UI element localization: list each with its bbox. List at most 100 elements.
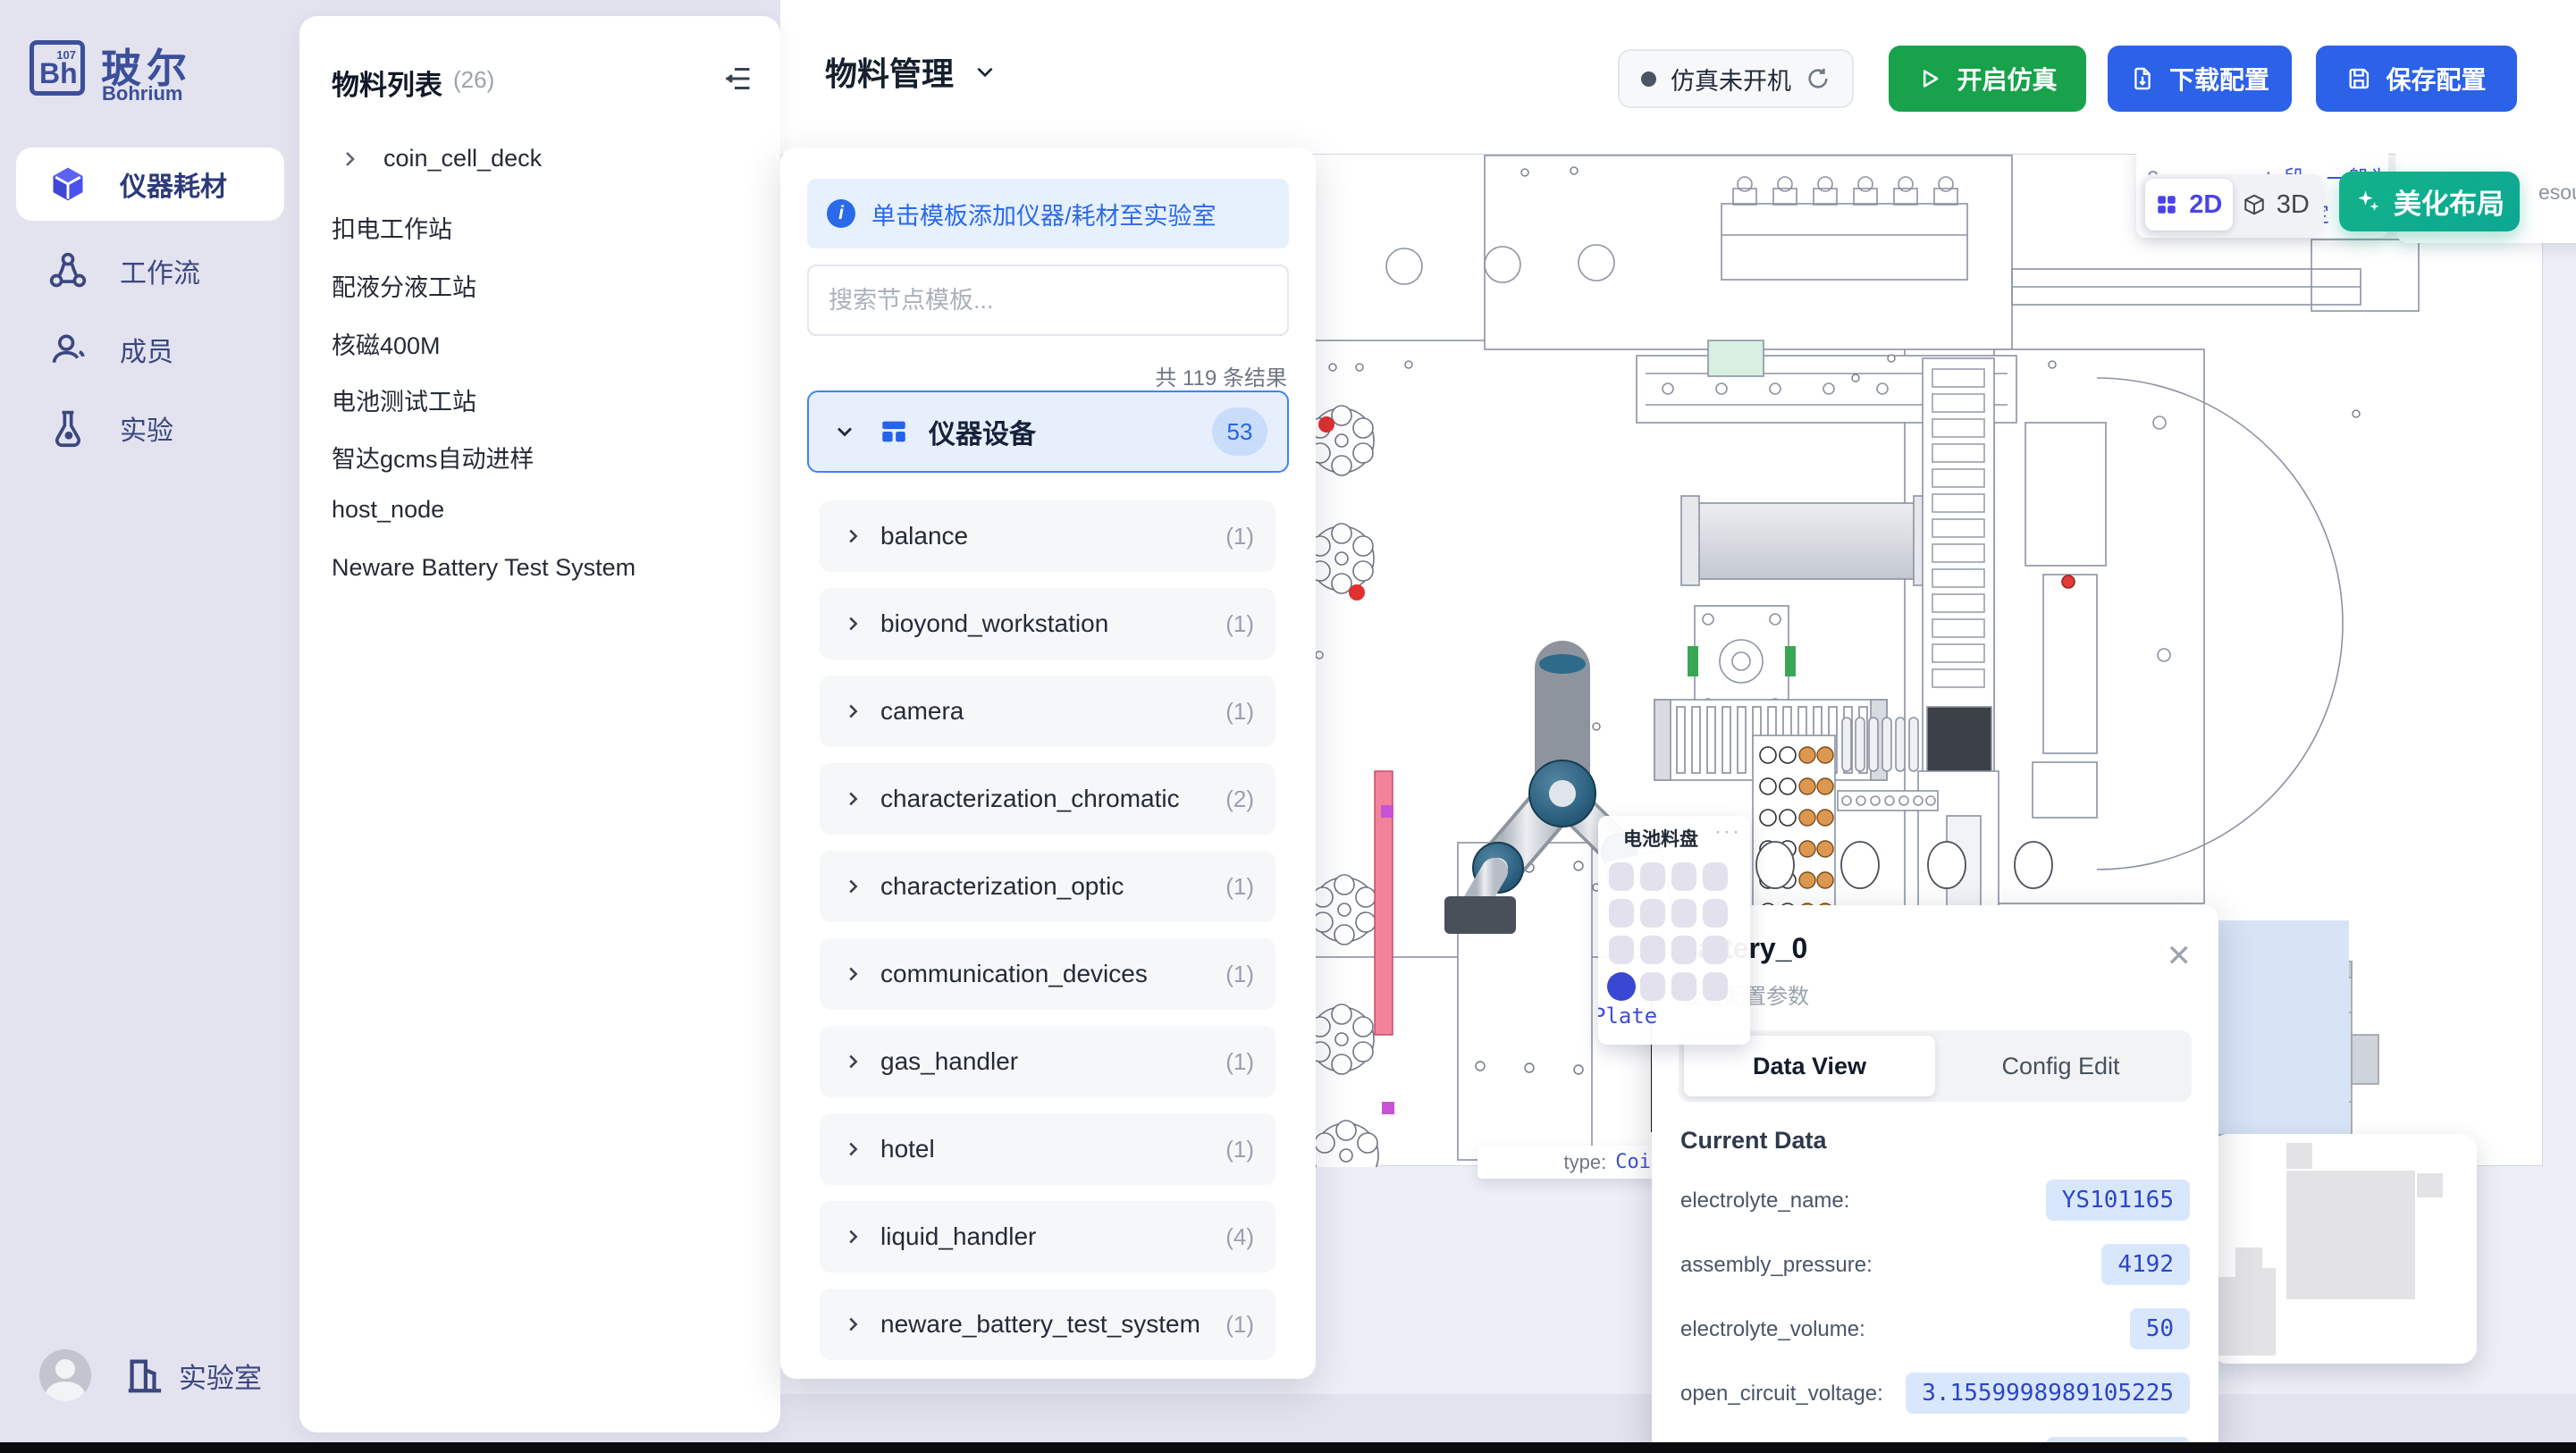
tray-plate-label: Plate: [1598, 1004, 1657, 1029]
tab-data-view[interactable]: Data View: [1684, 1036, 1935, 1096]
sidebar: 107 Bh 玻尔 Bohrium 仪器耗材 工作流 成员: [0, 0, 299, 1453]
data-row: electrolyte_volume: 50: [1680, 1308, 2190, 1353]
material-item[interactable]: 智达gcms自动进样: [332, 440, 535, 475]
sidebar-item-experiments[interactable]: 实验: [16, 391, 284, 465]
sparkles-icon: [2354, 189, 2381, 215]
chevron-right-icon: [339, 148, 360, 170]
material-item[interactable]: 配液分液工站: [332, 268, 476, 303]
lab-switcher[interactable]: 实验室: [123, 1355, 262, 1396]
chevron-right-icon: [843, 614, 863, 634]
popup-tabs: Data View Config Edit: [1679, 1030, 2192, 1102]
info-icon: i: [827, 199, 855, 228]
template-item-balance[interactable]: balance(1): [820, 500, 1275, 572]
template-hint-banner: i 单击模板添加仪器/耗材至实验室: [807, 179, 1289, 248]
tray-title: 电池料盘: [1623, 825, 1698, 852]
template-item-hotel[interactable]: hotel(1): [820, 1113, 1275, 1185]
value-pill: 3.1559998989105225: [1906, 1373, 2190, 1414]
data-row: assembly_pressure: 4192: [1680, 1244, 2190, 1289]
chevron-right-icon: [843, 789, 863, 809]
battery-tray-widget[interactable]: 电池料盘 ··· Plate: [1598, 816, 1750, 1045]
value-pill: 50: [2130, 1308, 2190, 1349]
material-item[interactable]: 核磁400M: [332, 326, 441, 361]
building-icon: [123, 1355, 164, 1396]
node-type-tooltip: type: Coi: [1477, 1146, 1656, 1179]
minimap[interactable]: [2211, 1134, 2477, 1364]
chevron-right-icon: [843, 877, 863, 896]
screen-edge: [0, 1442, 2576, 1453]
material-list-count: (26): [453, 66, 494, 94]
sidebar-item-label: 实验: [120, 408, 173, 448]
more-menu-icon[interactable]: ···: [1714, 819, 1741, 844]
start-simulation-button[interactable]: 开启仿真: [1889, 46, 2086, 112]
chevron-right-icon: [843, 1052, 863, 1071]
popup-section-title: Current Data: [1680, 1127, 1827, 1155]
sidebar-item-workflow[interactable]: 工作流: [16, 234, 284, 307]
save-config-button[interactable]: 保存配置: [2316, 46, 2517, 112]
download-config-button[interactable]: 下载配置: [2108, 46, 2292, 112]
template-item-neware-battery-test-system[interactable]: neware_battery_test_system(1): [820, 1289, 1275, 1360]
cube-icon: [48, 164, 88, 204]
sidebar-item-label: 工作流: [120, 251, 200, 290]
material-item[interactable]: Neware Battery Test System: [332, 554, 636, 582]
material-item-coin-cell-deck[interactable]: coin_cell_deck: [339, 145, 542, 172]
test-tube-icon: [48, 408, 88, 448]
data-row: open_circuit_voltage: 3.1559998989105225: [1680, 1373, 2190, 1417]
collapse-panel-icon[interactable]: [721, 63, 753, 95]
template-item-characterization-chromatic[interactable]: characterization_chromatic(2): [820, 763, 1275, 835]
save-icon: [2346, 66, 2371, 91]
cube-3d-icon: [2243, 193, 2266, 216]
search-input[interactable]: [807, 265, 1289, 336]
play-icon: [1917, 66, 1942, 91]
simulation-status[interactable]: 仿真未开机: [1618, 49, 1854, 108]
columns-icon: [879, 416, 909, 447]
status-dot-icon: [1641, 71, 1656, 87]
chevron-right-icon: [843, 526, 863, 546]
download-file-icon: [2130, 66, 2155, 91]
chevron-down-icon: [973, 60, 997, 83]
page-title-dropdown[interactable]: 物料管理: [825, 48, 997, 95]
chevron-right-icon: [843, 1314, 863, 1334]
value-pill: YS101165: [2046, 1180, 2190, 1221]
category-instruments[interactable]: 仪器设备 53: [807, 391, 1289, 473]
header: 物料管理 仿真未开机 开启仿真 下载配置 保存配置: [780, 0, 2576, 154]
result-count: 共 119 条结果: [1155, 360, 1287, 391]
lab-label: 实验室: [179, 1356, 262, 1396]
material-item[interactable]: 电池测试工站: [332, 382, 476, 417]
logo-symbol: Bh: [39, 57, 78, 90]
data-row: electrolyte_name: YS101165: [1680, 1180, 2190, 1224]
workflow-icon: [48, 251, 88, 290]
bohrium-logo: 107 Bh: [29, 40, 85, 96]
template-panel: i 单击模板添加仪器/耗材至实验室 共 119 条结果 仪器设备 53 bala…: [780, 147, 1316, 1379]
selected-battery-slot[interactable]: [1607, 972, 1636, 1001]
template-item-characterization-optic[interactable]: characterization_optic(1): [820, 851, 1275, 922]
refresh-icon[interactable]: [1806, 66, 1831, 91]
chevron-right-icon: [843, 1227, 863, 1247]
toggle-2d[interactable]: 2D: [2145, 179, 2233, 231]
template-item-bioyond-workstation[interactable]: bioyond_workstation(1): [820, 588, 1275, 659]
beautify-layout-button[interactable]: 美化布局: [2339, 172, 2520, 231]
chevron-down-icon: [834, 421, 855, 442]
app-window: 107 Bh 玻尔 Bohrium 仪器耗材 工作流 成员: [0, 0, 2576, 1453]
template-item-camera[interactable]: camera(1): [820, 676, 1275, 747]
chevron-right-icon: [843, 701, 863, 721]
member-icon: [48, 330, 88, 369]
close-icon[interactable]: ✕: [2167, 941, 2193, 971]
sidebar-item-members[interactable]: 成员: [16, 313, 284, 386]
value-pill: 4192: [2101, 1244, 2190, 1285]
template-item-gas-handler[interactable]: gas_handler(1): [820, 1026, 1275, 1097]
avatar[interactable]: [39, 1349, 91, 1401]
view-mode-toggle: 2D 3D: [2141, 174, 2324, 235]
toggle-3d[interactable]: 3D: [2233, 179, 2320, 231]
material-list-panel: 物料列表 (26) coin_cell_deck 扣电工作站 配液分液工站 核磁…: [299, 16, 780, 1432]
template-item-communication-devices[interactable]: communication_devices(1): [820, 938, 1275, 1010]
grid-2d-icon: [2155, 193, 2178, 216]
chevron-right-icon: [843, 1139, 863, 1159]
category-count-badge: 53: [1212, 407, 1267, 456]
minimap-viewport-rect: [2211, 920, 2349, 1134]
template-item-liquid-handler[interactable]: liquid_handler(4): [820, 1201, 1275, 1272]
material-item[interactable]: host_node: [332, 496, 444, 524]
sidebar-item-instruments[interactable]: 仪器耗材: [16, 147, 284, 221]
material-item[interactable]: 扣电工作站: [332, 210, 452, 245]
tab-config-edit[interactable]: Config Edit: [1935, 1036, 2186, 1096]
material-list-title: 物料列表: [332, 63, 442, 103]
